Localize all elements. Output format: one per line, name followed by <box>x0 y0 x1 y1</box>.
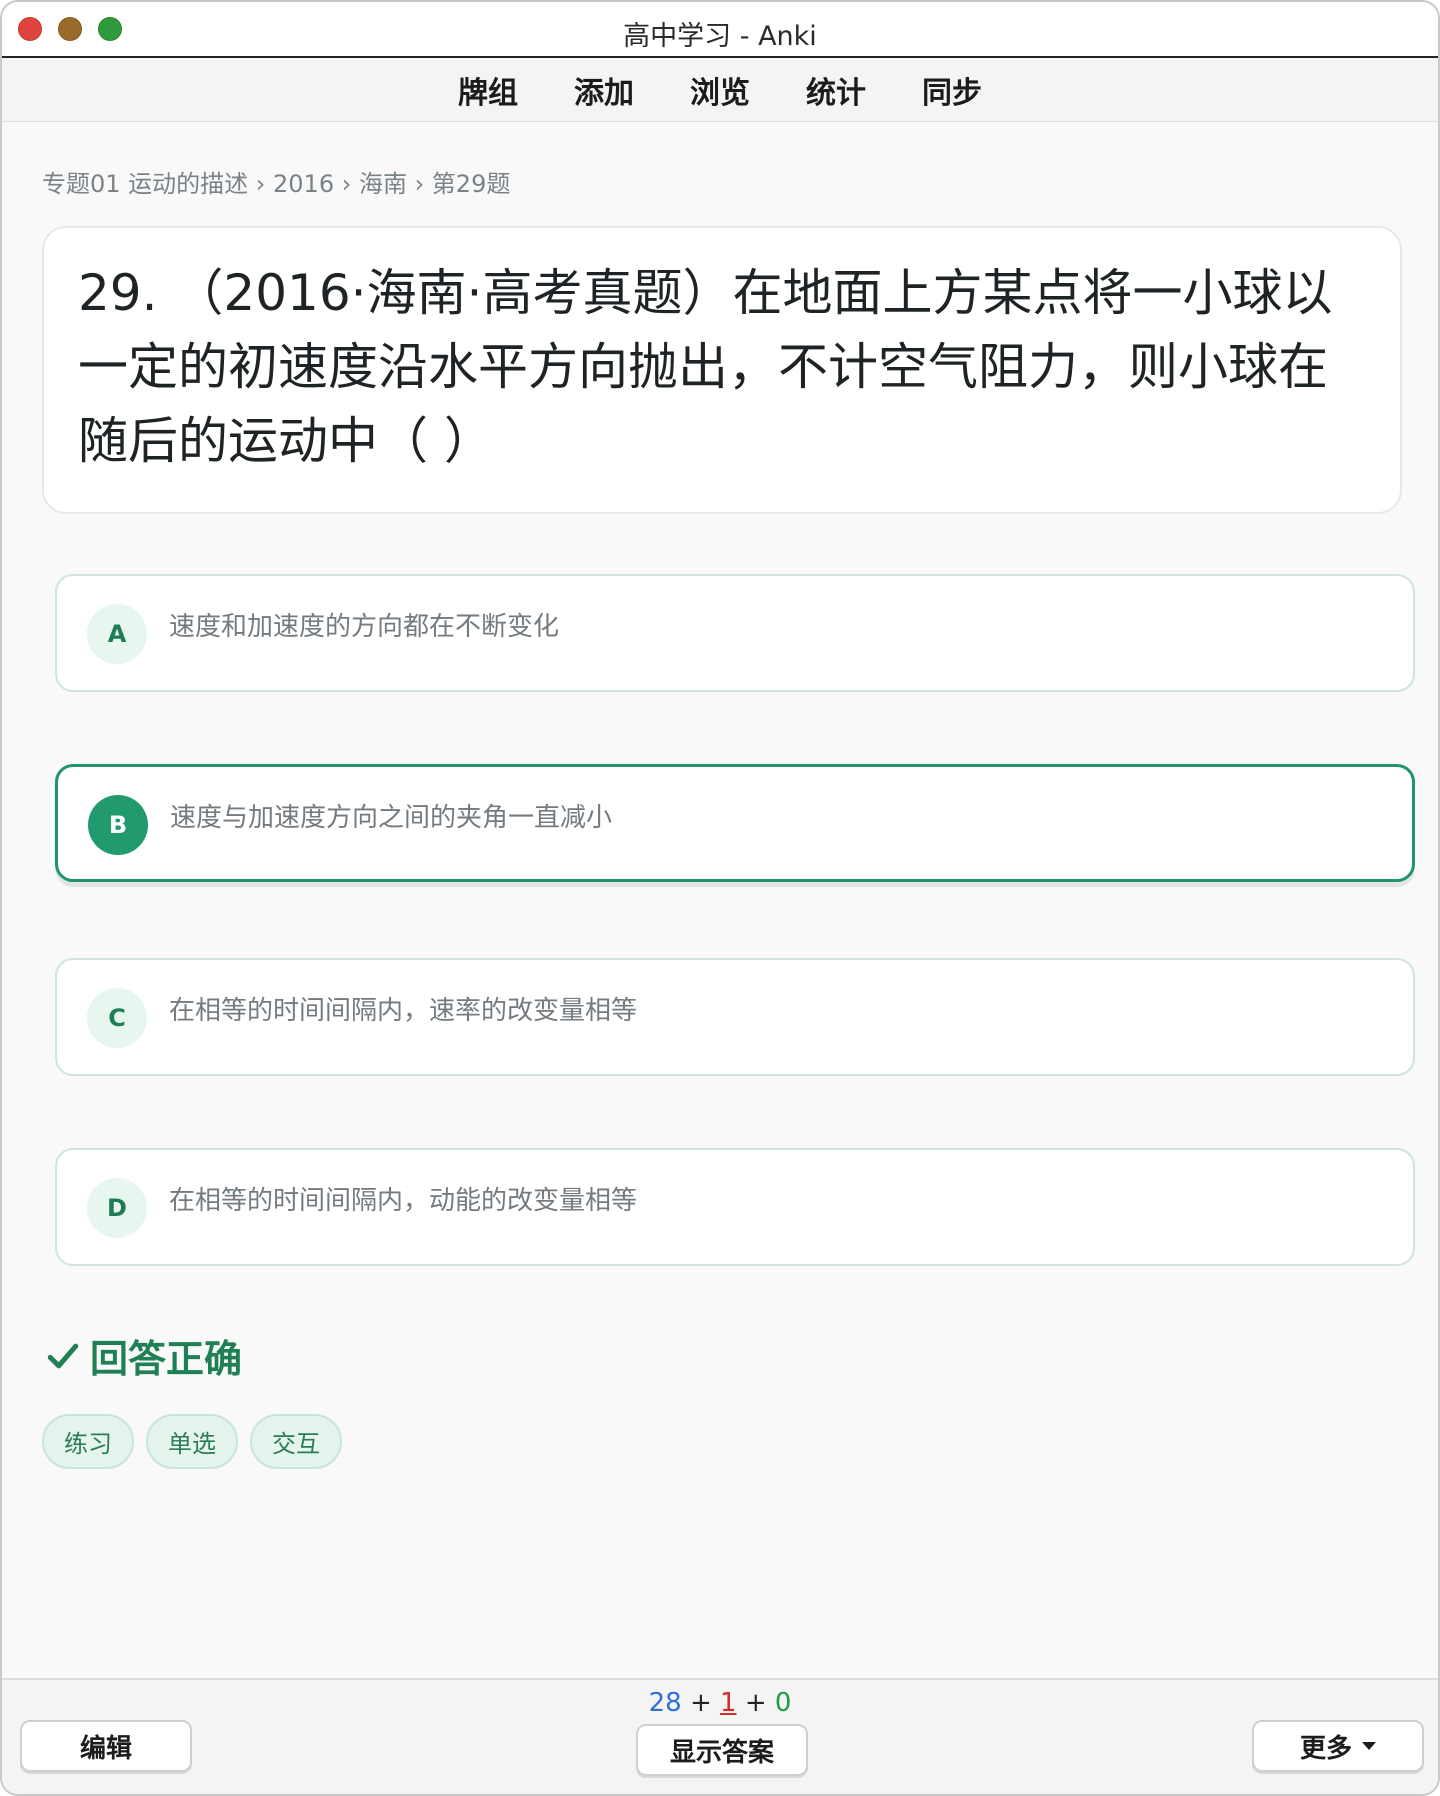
question-card: 29. （2016·海南·高考真题）在地面上方某点将一小球以一定的初速度沿水平方… <box>42 226 1402 514</box>
option-d[interactable]: D 在相等的时间间隔内，动能的改变量相等 <box>55 1148 1415 1266</box>
option-c[interactable]: C 在相等的时间间隔内，速率的改变量相等 <box>55 958 1415 1076</box>
tab-decks[interactable]: 牌组 <box>430 68 546 112</box>
title-bar: 高中学习 - Anki <box>2 2 1438 58</box>
option-letter-badge: B <box>88 795 148 855</box>
main-toolbar: 牌组 添加 浏览 统计 同步 <box>2 58 1438 122</box>
option-text: 在相等的时间间隔内，动能的改变量相等 <box>169 1186 638 1216</box>
caret-down-icon <box>1362 1742 1376 1750</box>
question-text: 29. （2016·海南·高考真题）在地面上方某点将一小球以一定的初速度沿水平方… <box>78 264 1333 470</box>
review-count: 0 <box>774 1688 792 1718</box>
bottom-bar: 28 + 1 + 0 编辑 显示答案 更多 <box>2 1678 1438 1794</box>
tab-sync[interactable]: 同步 <box>894 68 1010 112</box>
show-answer-label: 显示答案 <box>669 1737 774 1768</box>
edit-button[interactable]: 编辑 <box>20 1720 192 1772</box>
anki-window: 高中学习 - Anki 牌组 添加 浏览 统计 同步 专题01 运动的描述 › … <box>0 0 1440 1796</box>
more-button[interactable]: 更多 <box>1252 1720 1424 1772</box>
option-text: 速度和加速度的方向都在不断变化 <box>169 612 560 642</box>
count-separator: + <box>689 1688 712 1718</box>
tag-item[interactable]: 练习 <box>42 1414 134 1469</box>
due-counts: 28 + 1 + 0 <box>2 1688 1438 1718</box>
option-b[interactable]: B 速度与加速度方向之间的夹角一直减小 <box>55 764 1415 882</box>
learn-count: 1 <box>720 1688 737 1718</box>
option-letter-badge: A <box>87 604 147 664</box>
option-text: 在相等的时间间隔内，速率的改变量相等 <box>169 996 638 1026</box>
answer-result: 回答正确 <box>46 1328 242 1383</box>
window-title: 高中学习 - Anki <box>623 21 817 52</box>
tab-add[interactable]: 添加 <box>546 68 662 112</box>
edit-button-label: 编辑 <box>79 1733 132 1764</box>
tag-item[interactable]: 单选 <box>146 1414 238 1469</box>
count-separator: + <box>744 1688 767 1718</box>
result-text: 回答正确 <box>90 1337 243 1381</box>
tag-item[interactable]: 交互 <box>250 1414 342 1469</box>
tab-browse[interactable]: 浏览 <box>662 68 778 112</box>
option-letter-badge: D <box>87 1178 147 1238</box>
checkmark-icon <box>47 1343 79 1368</box>
tab-stats[interactable]: 统计 <box>778 68 894 112</box>
show-answer-button[interactable]: 显示答案 <box>636 1724 808 1776</box>
more-button-label: 更多 <box>1299 1733 1352 1764</box>
new-count: 28 <box>648 1688 682 1718</box>
option-text: 速度与加速度方向之间的夹角一直减小 <box>170 803 613 833</box>
option-a[interactable]: A 速度和加速度的方向都在不断变化 <box>55 574 1415 692</box>
tag-list: 练习 单选 交互 <box>42 1414 342 1469</box>
breadcrumb: 专题01 运动的描述 › 2016 › 海南 › 第29题 <box>42 170 511 198</box>
option-letter-badge: C <box>87 988 147 1048</box>
